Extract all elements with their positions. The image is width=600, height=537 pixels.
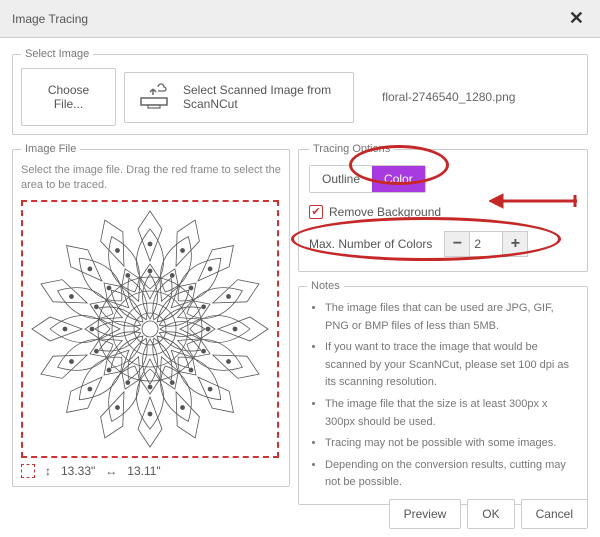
image-file-group: Image File Select the image file. Drag t… (12, 143, 290, 487)
max-colors-increment[interactable]: + (502, 231, 528, 257)
tracing-mode-tabs: Outline Color (309, 165, 426, 193)
dialog-footer: Preview OK Cancel (389, 499, 588, 529)
tab-color[interactable]: Color (372, 166, 425, 192)
remove-background-checkbox[interactable]: ✔ (309, 205, 323, 219)
height-value: 13.33" (61, 464, 95, 478)
max-colors-decrement[interactable]: − (444, 231, 470, 257)
notes-group: Notes The image files that can be used a… (298, 280, 588, 505)
tracing-options-legend: Tracing Options (309, 143, 394, 155)
list-item: Tracing may not be possible with some im… (325, 435, 579, 453)
remove-background-label: Remove Background (329, 205, 441, 219)
tab-outline[interactable]: Outline (310, 166, 372, 192)
select-image-group: Select Image Choose File... Select Scann… (12, 48, 588, 135)
image-file-hint: Select the image file. Drag the red fram… (21, 163, 281, 194)
list-item: Depending on the conversion results, cut… (325, 457, 579, 492)
list-item: If you want to trace the image that woul… (325, 339, 579, 392)
selected-filename: floral-2746540_1280.png (382, 90, 515, 104)
mandala-preview-icon (25, 204, 275, 454)
ok-button[interactable]: OK (467, 499, 514, 529)
choose-file-button[interactable]: Choose File... (21, 68, 116, 126)
tracing-options-group: Tracing Options Outline Color ✔ Remove B… (298, 143, 588, 272)
max-colors-row: Max. Number of Colors − + (309, 231, 577, 257)
crop-handle-icon[interactable] (21, 464, 35, 478)
notes-legend: Notes (307, 280, 344, 292)
titlebar: Image Tracing ✕ (0, 0, 600, 38)
scanncut-icon (135, 81, 173, 114)
scanncut-label: Select Scanned Image from ScanNCut (183, 83, 343, 111)
height-icon: ↕ (45, 464, 51, 478)
preview-button[interactable]: Preview (389, 499, 462, 529)
notes-list: The image files that can be used are JPG… (307, 300, 579, 492)
dimensions-row: ↕ 13.33" ↔ 13.11" (21, 464, 281, 478)
scanncut-button[interactable]: Select Scanned Image from ScanNCut (124, 72, 354, 123)
width-value: 13.11" (127, 464, 160, 478)
max-colors-stepper: − + (444, 231, 528, 257)
list-item: The image files that can be used are JPG… (325, 300, 579, 335)
max-colors-label: Max. Number of Colors (309, 237, 432, 251)
list-item: The image file that the size is at least… (325, 396, 579, 431)
cancel-button[interactable]: Cancel (521, 499, 588, 529)
width-icon: ↔ (105, 464, 117, 478)
close-button[interactable]: ✕ (565, 8, 588, 29)
image-file-legend: Image File (21, 143, 80, 155)
remove-background-row[interactable]: ✔ Remove Background (309, 205, 577, 219)
dialog-title: Image Tracing (12, 12, 88, 26)
select-image-legend: Select Image (21, 48, 93, 60)
image-preview[interactable] (21, 200, 279, 458)
max-colors-value[interactable] (470, 231, 502, 257)
